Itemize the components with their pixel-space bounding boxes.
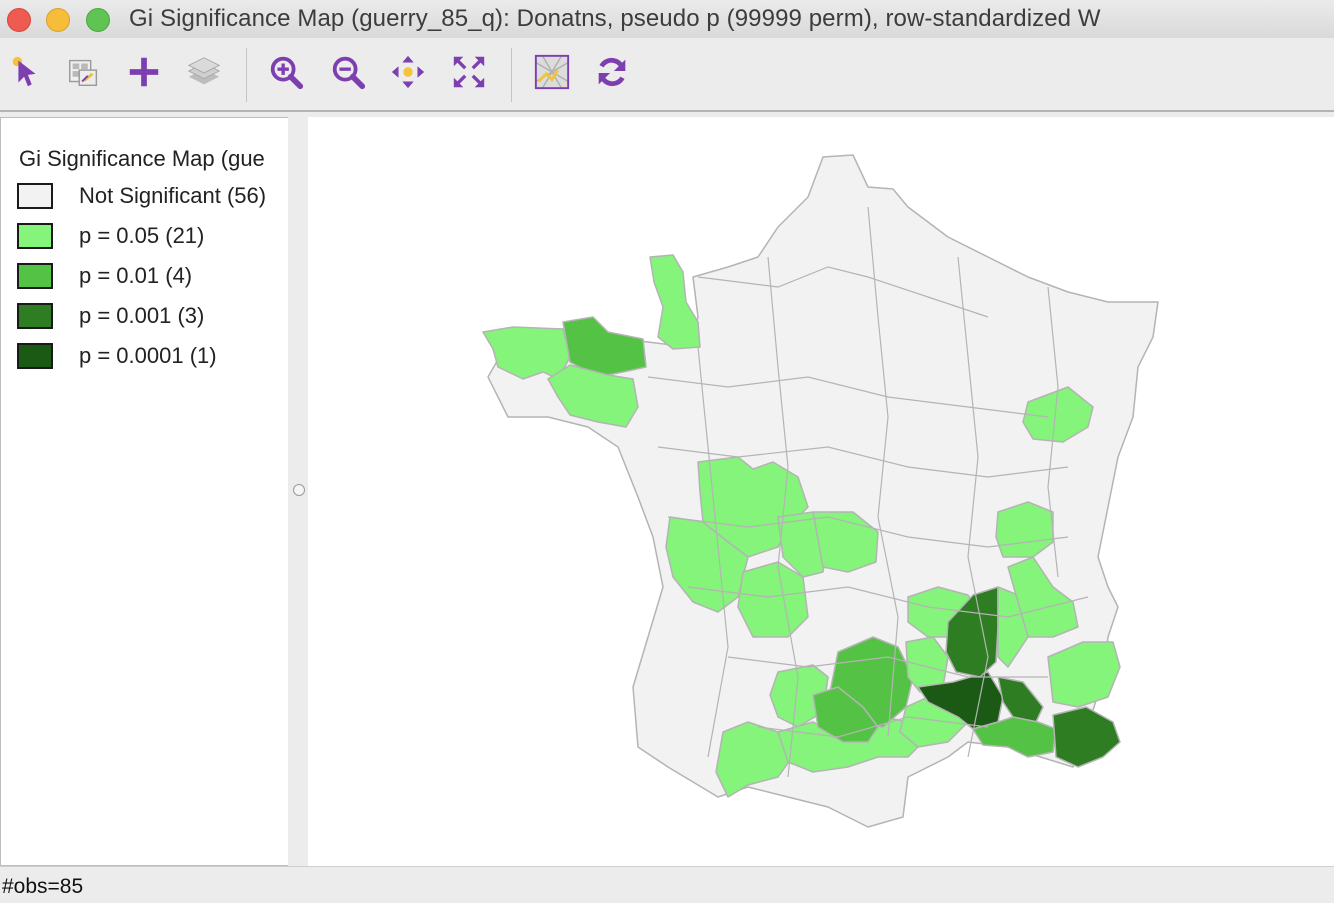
legend-swatch bbox=[17, 183, 53, 209]
status-bar: #obs=85 bbox=[0, 866, 1334, 903]
region-manche[interactable] bbox=[649, 254, 701, 350]
legend-swatch bbox=[17, 223, 53, 249]
toolbar-separator bbox=[246, 48, 247, 102]
zoom-in-button[interactable] bbox=[266, 52, 306, 92]
toolbar-separator bbox=[511, 48, 512, 102]
pan-button[interactable] bbox=[388, 52, 428, 92]
full-extent-icon bbox=[453, 56, 485, 88]
layers-button[interactable] bbox=[184, 52, 224, 92]
zoom-out-icon bbox=[332, 56, 366, 90]
legend-title: Gi Significance Map (gue bbox=[19, 146, 265, 171]
title-bar: Gi Significance Map (guerry_85_q): Donat… bbox=[0, 0, 1334, 38]
layers-icon bbox=[187, 57, 221, 85]
select-tool-button[interactable] bbox=[6, 52, 46, 92]
legend-label: Not Significant (56) bbox=[79, 183, 267, 208]
table-select-icon bbox=[69, 59, 98, 87]
add-button[interactable] bbox=[124, 52, 164, 92]
legend-label: p = 0.0001 (1) bbox=[79, 343, 217, 368]
pan-icon bbox=[391, 55, 425, 89]
toolbar bbox=[0, 38, 1334, 112]
region-ain-block[interactable] bbox=[995, 501, 1054, 558]
zoom-in-icon bbox=[270, 56, 304, 90]
map-canvas[interactable] bbox=[308, 117, 1334, 866]
basemap-icon bbox=[534, 54, 570, 90]
refresh-icon bbox=[598, 57, 626, 87]
legend-swatch bbox=[17, 263, 53, 289]
full-extent-button[interactable] bbox=[449, 52, 489, 92]
panel-splitter[interactable] bbox=[288, 117, 308, 866]
legend-swatch bbox=[17, 343, 53, 369]
map-svg[interactable] bbox=[308, 117, 1334, 866]
window-title: Gi Significance Map (guerry_85_q): Donat… bbox=[129, 5, 1101, 32]
region-var[interactable] bbox=[1052, 706, 1121, 768]
pointer-icon bbox=[12, 56, 36, 87]
region-haute-vienne[interactable] bbox=[737, 561, 809, 638]
legend-label: p = 0.001 (3) bbox=[79, 303, 205, 328]
minimize-window-button[interactable] bbox=[46, 8, 70, 32]
splitter-handle[interactable] bbox=[293, 484, 305, 496]
maximize-window-button[interactable] bbox=[86, 8, 110, 32]
close-window-button[interactable] bbox=[7, 8, 31, 32]
refresh-button[interactable] bbox=[592, 52, 632, 92]
region-alpes[interactable] bbox=[1047, 641, 1121, 708]
zoom-out-button[interactable] bbox=[328, 52, 368, 92]
legend-label: p = 0.01 (4) bbox=[79, 263, 193, 288]
legend-label: p = 0.05 (21) bbox=[79, 223, 205, 248]
legend-panel[interactable]: Gi Significance Map (gue Not Significant… bbox=[0, 117, 289, 866]
basemap-button[interactable] bbox=[532, 52, 572, 92]
legend-swatch bbox=[17, 303, 53, 329]
observation-count: #obs=85 bbox=[2, 875, 84, 898]
selection-table-button[interactable] bbox=[64, 52, 104, 92]
plus-icon bbox=[129, 57, 159, 87]
